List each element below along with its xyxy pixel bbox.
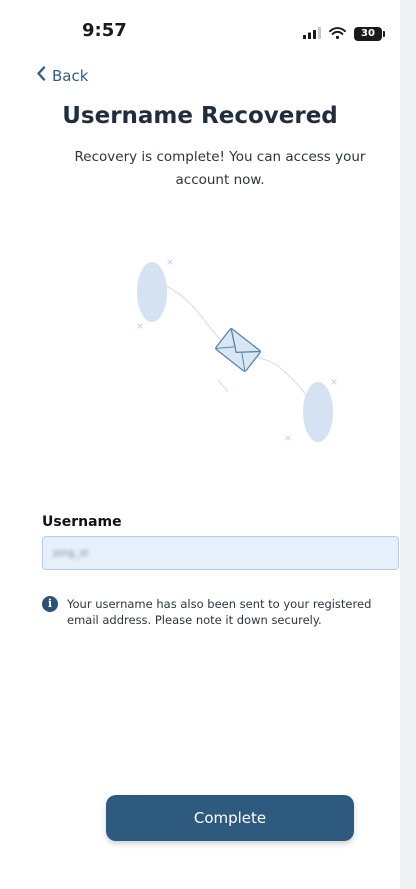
info-icon: i: [42, 596, 58, 612]
status-bar: 9:57 30: [0, 0, 400, 60]
complete-button[interactable]: Complete: [106, 795, 354, 841]
battery-icon: 30: [354, 26, 385, 41]
info-message: i Your username has also been sent to yo…: [42, 596, 400, 628]
page-title: Username Recovered: [62, 103, 338, 129]
page-subtitle: Recovery is complete! You can access you…: [74, 149, 366, 188]
username-field[interactable]: jong_st: [42, 536, 399, 570]
status-icons: 30: [303, 24, 385, 43]
username-value: jong_st: [53, 547, 89, 559]
right-bubble: [303, 382, 333, 442]
back-button[interactable]: Back: [36, 66, 88, 85]
chevron-left-icon: [36, 66, 46, 85]
signal-icon: [303, 24, 321, 43]
username-label: Username: [42, 514, 122, 530]
status-time: 9:57: [82, 20, 127, 41]
wifi-icon: [329, 24, 346, 43]
email-illustration: [110, 250, 370, 460]
envelope-icon: [214, 327, 261, 373]
motion-line: [217, 379, 229, 393]
back-label: Back: [52, 66, 89, 85]
screen: 9:57 30 Back Username Recovered Recovery…: [0, 0, 400, 889]
left-bubble: [137, 262, 167, 322]
info-text: Your username has also been sent to your…: [67, 597, 372, 627]
